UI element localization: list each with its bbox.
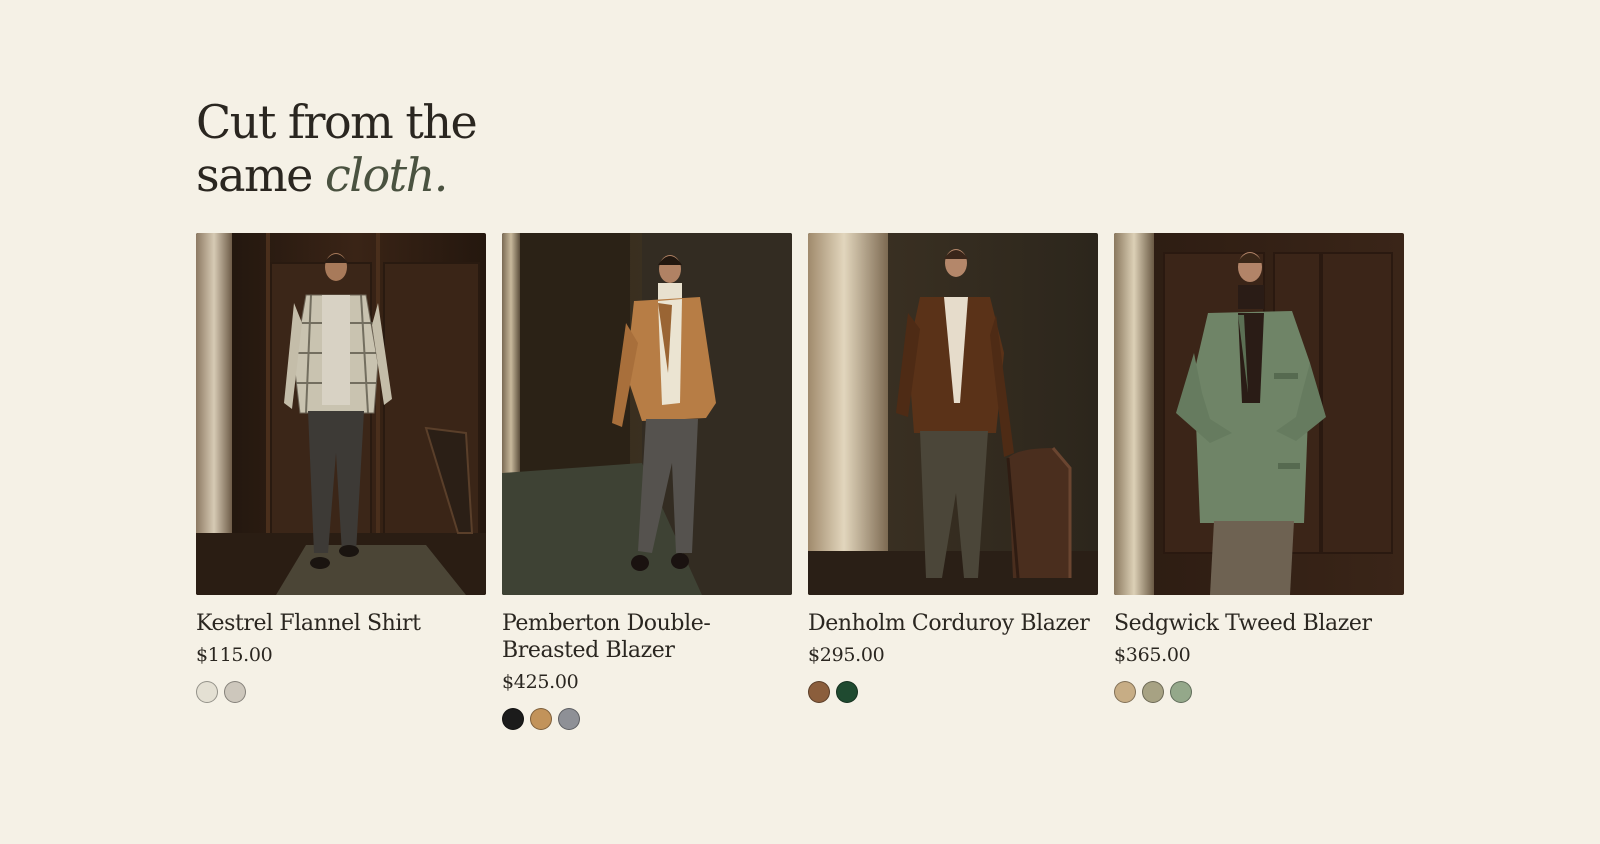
product-price: $365.00	[1114, 644, 1191, 666]
section-headline: Cut from the same cloth.	[196, 96, 616, 202]
product-price: $425.00	[502, 671, 579, 693]
product-image[interactable]	[1114, 233, 1404, 595]
product-name[interactable]: Pemberton Double-Breasted Blazer	[502, 610, 792, 664]
swatch-grey[interactable]	[558, 708, 580, 730]
product-name[interactable]: Sedgwick Tweed Blazer	[1114, 610, 1404, 637]
product-section: Cut from the same cloth. Kestrel Flannel…	[196, 96, 1406, 730]
swatch-brown[interactable]	[808, 681, 830, 703]
swatch-black[interactable]	[502, 708, 524, 730]
headline-line-2: same cloth.	[196, 149, 616, 202]
product-image[interactable]	[502, 233, 792, 595]
headline-plain-text: same	[196, 148, 313, 202]
product-image-pemberton	[502, 233, 792, 595]
product-card-kestrel[interactable]: Kestrel Flannel Shirt $115.00	[196, 233, 486, 730]
swatch-olive[interactable]	[1142, 681, 1164, 703]
color-swatches	[1114, 681, 1404, 703]
product-price: $295.00	[808, 644, 885, 666]
product-image-sedgwick	[1114, 233, 1404, 595]
headline-line-1: Cut from the	[196, 95, 478, 149]
product-image-denholm	[808, 233, 1098, 595]
headline-italic-text: cloth.	[325, 148, 448, 202]
swatch-ecru[interactable]	[196, 681, 218, 703]
swatch-camel[interactable]	[530, 708, 552, 730]
swatch-stone[interactable]	[224, 681, 246, 703]
product-image-kestrel	[196, 233, 486, 595]
product-name[interactable]: Denholm Corduroy Blazer	[808, 610, 1098, 637]
product-card-sedgwick[interactable]: Sedgwick Tweed Blazer $365.00	[1114, 233, 1404, 730]
color-swatches	[808, 681, 1098, 703]
color-swatches	[502, 708, 792, 730]
product-image[interactable]	[196, 233, 486, 595]
product-image[interactable]	[808, 233, 1098, 595]
product-grid: Kestrel Flannel Shirt $115.00 Pemberton …	[196, 233, 1404, 730]
product-name[interactable]: Kestrel Flannel Shirt	[196, 610, 486, 637]
swatch-sand[interactable]	[1114, 681, 1136, 703]
product-card-pemberton[interactable]: Pemberton Double-Breasted Blazer $425.00	[502, 233, 792, 730]
product-price: $115.00	[196, 644, 273, 666]
swatch-sage[interactable]	[1170, 681, 1192, 703]
product-card-denholm[interactable]: Denholm Corduroy Blazer $295.00	[808, 233, 1098, 730]
color-swatches	[196, 681, 486, 703]
swatch-forest-green[interactable]	[836, 681, 858, 703]
